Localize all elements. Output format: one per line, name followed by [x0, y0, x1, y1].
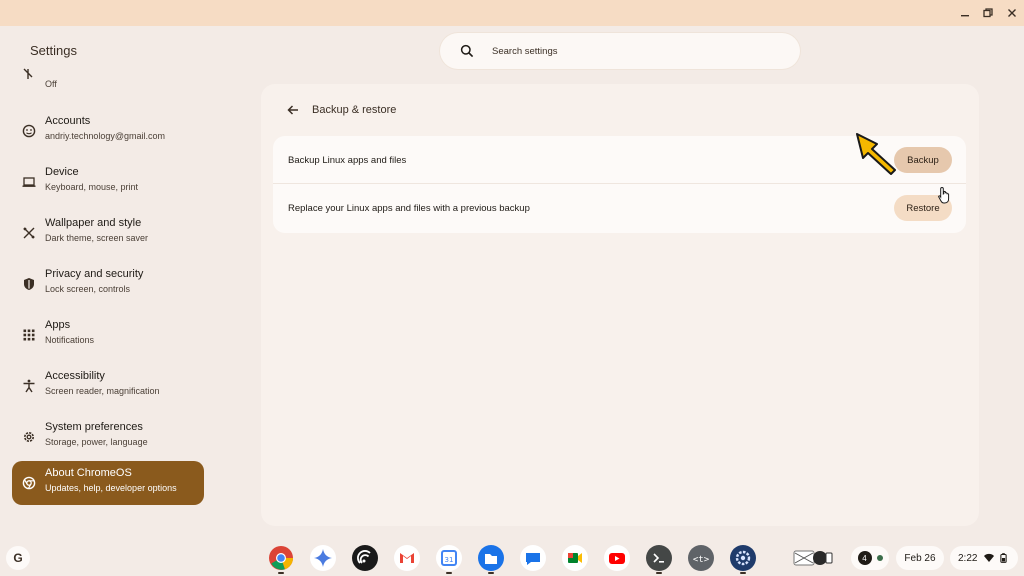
svg-text:<t>: <t>: [693, 555, 710, 565]
sidebar-item-subtitle: Notifications: [45, 335, 95, 345]
search-icon: [460, 44, 474, 58]
sidebar-item-privacy[interactable]: Privacy and security Lock screen, contro…: [12, 262, 204, 306]
running-indicator: [656, 572, 662, 574]
accessibility-icon: [21, 378, 36, 393]
sidebar-item-title: Accounts: [45, 115, 91, 127]
status-area[interactable]: 2:22: [950, 546, 1018, 570]
partial-icon: [20, 67, 36, 79]
sidebar-item-accessibility[interactable]: Accessibility Screen reader, magnificati…: [12, 364, 204, 408]
podcast-icon[interactable]: [352, 545, 378, 571]
messages-icon[interactable]: [520, 545, 546, 571]
sidebar-item-system-preferences[interactable]: System preferences Storage, power, langu…: [12, 415, 204, 459]
battery-icon: [1000, 553, 1008, 563]
search-input[interactable]: [492, 45, 752, 57]
gmail-icon[interactable]: [394, 545, 420, 571]
hand-cursor-icon: [938, 186, 950, 204]
app-title: Settings: [30, 43, 77, 58]
sidebar-item-wallpaper[interactable]: Wallpaper and style Dark theme, screen s…: [12, 211, 204, 255]
notification-tray[interactable]: 4: [851, 546, 889, 570]
palette-icon: [21, 225, 36, 240]
sidebar-item-subtitle: Storage, power, language: [45, 437, 148, 447]
chromeos-icon: [21, 475, 36, 490]
settings-app: Settings Off Accounts andriy.technology@…: [0, 26, 1024, 540]
sidebar-item-title: Device: [45, 166, 79, 178]
holding-space-tray[interactable]: [790, 546, 838, 570]
sidebar-item-subtitle: Updates, help, developer options: [45, 483, 177, 493]
settings-row: Replace your Linux apps and files with a…: [273, 184, 966, 232]
restore-icon[interactable]: [980, 5, 996, 21]
sidebar-item-accounts[interactable]: Accounts andriy.technology@gmail.com: [12, 109, 204, 153]
wifi-icon: [984, 553, 995, 562]
row-label: Replace your Linux apps and files with a…: [288, 203, 530, 214]
sidebar-item-device[interactable]: Device Keyboard, mouse, print: [12, 160, 204, 204]
notification-count-badge: 4: [857, 551, 872, 565]
pointer-arrow-annotation: [856, 133, 896, 175]
calendar-icon[interactable]: 31: [436, 545, 462, 574]
sidebar-item-title: About ChromeOS: [45, 467, 132, 479]
chrome-icon[interactable]: [268, 545, 294, 574]
terminal-icon[interactable]: [646, 545, 672, 574]
shield-icon: [21, 276, 36, 291]
sidebar-item-title: Apps: [45, 319, 71, 331]
files-icon[interactable]: [478, 545, 504, 574]
meet-icon[interactable]: [562, 545, 588, 571]
search-bar[interactable]: [440, 33, 800, 69]
sidebar-item-title: Accessibility: [45, 370, 105, 382]
sidebar-item-subtitle: Off: [45, 79, 57, 89]
sidebar: Off Accounts andriy.technology@gmail.com…: [0, 67, 215, 540]
screenshot-thumbnail-icon: [793, 550, 833, 566]
running-indicator: [278, 572, 284, 574]
youtube-icon[interactable]: [604, 545, 630, 571]
status-dot-icon: [876, 555, 883, 561]
sidebar-item-title: Privacy and security: [45, 268, 144, 280]
shelf: G 31 <t> 4 Feb 26 2:22: [0, 540, 1024, 576]
sidebar-item-title: System preferences: [45, 421, 143, 433]
settings-icon[interactable]: [730, 545, 756, 574]
svg-text:31: 31: [445, 556, 454, 564]
running-indicator: [488, 572, 494, 574]
back-arrow-icon[interactable]: [286, 103, 300, 117]
title-bar: [0, 0, 1024, 26]
date-tray[interactable]: Feb 26: [896, 546, 944, 570]
launcher-button[interactable]: G: [6, 546, 30, 570]
sidebar-item-subtitle: andriy.technology@gmail.com: [45, 131, 166, 141]
close-icon[interactable]: [1004, 5, 1020, 21]
sidebar-item-about-chromeos[interactable]: About ChromeOS Updates, help, developer …: [12, 461, 204, 505]
row-label: Backup Linux apps and files: [288, 155, 407, 166]
running-indicator: [446, 572, 452, 574]
gear-icon: [21, 429, 36, 444]
minimize-icon[interactable]: [957, 5, 973, 21]
running-indicator: [740, 572, 746, 574]
account-icon: [21, 123, 36, 138]
sidebar-item-subtitle: Screen reader, magnification: [45, 386, 160, 396]
sidebar-item-subtitle: Keyboard, mouse, print: [45, 182, 139, 192]
sidebar-item-subtitle: Dark theme, screen saver: [45, 233, 149, 243]
sidebar-item-title: Wallpaper and style: [45, 217, 142, 229]
sidebar-item-apps[interactable]: Apps Notifications: [12, 313, 204, 357]
clock-time: 2:22: [958, 552, 978, 564]
laptop-icon: [21, 174, 36, 189]
apps-grid-icon: [21, 327, 36, 342]
text-editor-icon[interactable]: <t>: [688, 545, 714, 571]
sidebar-item-subtitle: Lock screen, controls: [45, 284, 131, 294]
page-title: Backup & restore: [312, 104, 397, 116]
gemini-icon[interactable]: [310, 545, 336, 571]
